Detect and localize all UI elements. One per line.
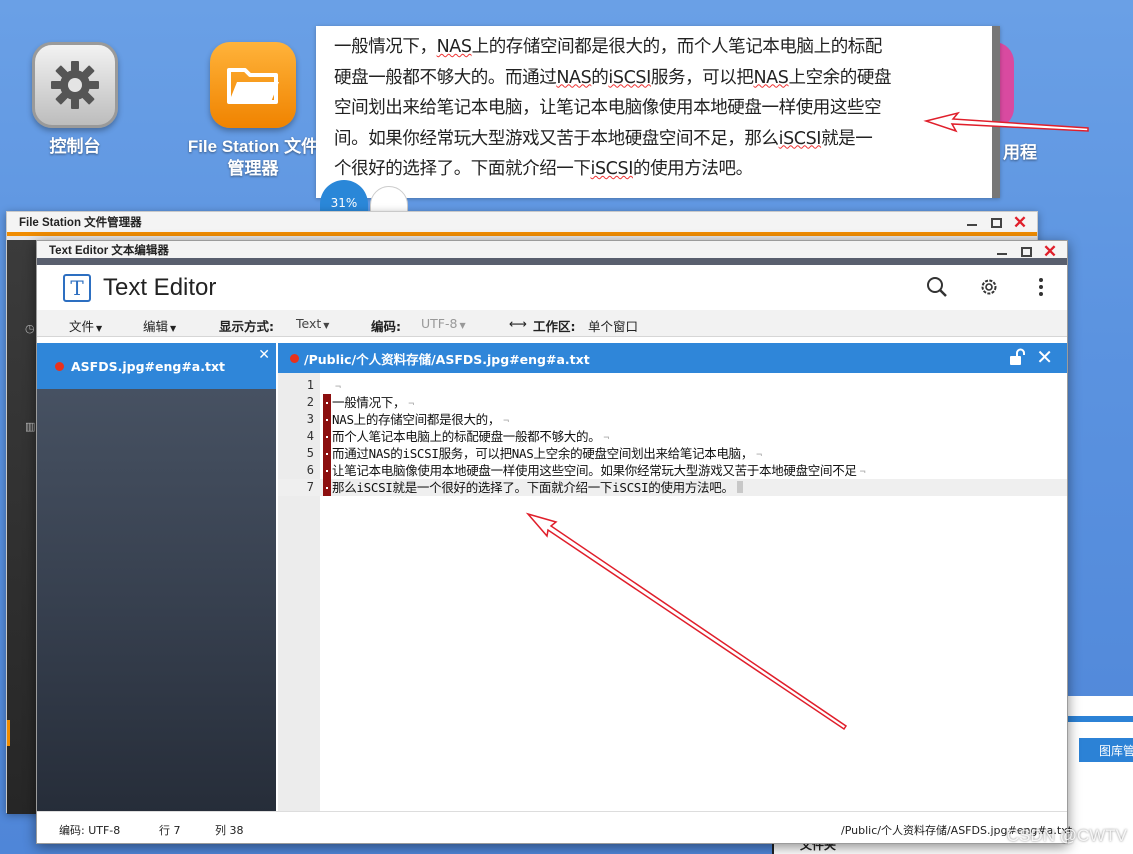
code-line[interactable]: 7 那么iSCSI就是一个很好的选择了。下面就介绍一下iSCSI的使用方法吧。	[278, 479, 1067, 496]
close-button[interactable]: ✕	[1013, 214, 1027, 231]
spellcheck-word: iSCSI	[590, 159, 634, 179]
status-encoding: 编码: UTF-8	[59, 824, 121, 837]
text-editor-logo-icon: T	[63, 273, 91, 302]
encoding-select[interactable]: UTF-8 ▼	[421, 316, 466, 331]
tab-path: /Public/个人资料存储/ASFDS.jpg#eng#a.txt	[304, 351, 590, 367]
note-line: 一般情况下，NAS上的存储空间都是很大的，而个人笔记本电脑上的标配	[334, 37, 882, 57]
file-station-sidebar: ◷ ▥	[7, 240, 39, 814]
folder-icon	[210, 42, 296, 128]
sidebar-active-indicator	[7, 720, 10, 746]
code-line-text: 那么iSCSI就是一个很好的选择了。下面就介绍一下iSCSI的使用方法吧。	[332, 479, 743, 496]
minimize-button[interactable]	[965, 216, 979, 230]
editor-tab[interactable]: /Public/个人资料存储/ASFDS.jpg#eng#a.txt ✕	[278, 343, 1067, 373]
note-paragraph: 一般情况下，NAS上的存储空间都是很大的，而个人笔记本电脑上的标配 硬盘一般都不够…	[334, 32, 974, 185]
workspace-icon: ⟷	[509, 316, 527, 331]
open-file-name: ASFDS.jpg#eng#a.txt	[71, 358, 225, 374]
spellcheck-word: NAS	[556, 67, 592, 88]
note-line: 硬盘一般都不够大的。而通过NAS的iSCSI服务，可以把NAS上空余的硬盘	[334, 67, 892, 88]
code-line[interactable]: 1 ¬	[278, 377, 1067, 394]
more-vertical-icon[interactable]	[1029, 273, 1053, 301]
line-number: 1	[306, 378, 314, 392]
app-header: T Text Editor	[37, 265, 1067, 310]
line-marker	[323, 428, 331, 445]
line-number: 7	[306, 480, 314, 494]
unsaved-dot-icon	[290, 354, 299, 363]
spellcheck-word: iSCSI	[778, 128, 822, 149]
desktop-icon-file-station[interactable]: File Station 文件 管理器	[180, 42, 326, 180]
encoding-label: 编码:	[371, 319, 401, 334]
background-tab[interactable]: 图库管	[1079, 738, 1133, 762]
settings-gear-icon[interactable]	[977, 273, 1001, 301]
spellcheck-word: NAS	[753, 67, 789, 88]
end-of-line-marker: ¬	[756, 450, 762, 461]
code-line[interactable]: 3 NAS上的存储空间都是很大的， ¬	[278, 411, 1067, 428]
open-file-item[interactable]: ASFDS.jpg#eng#a.txt ✕	[37, 343, 276, 389]
end-of-line-marker: ¬	[603, 433, 610, 444]
status-row: 行 7	[159, 824, 181, 837]
close-file-icon[interactable]: ✕	[258, 347, 270, 363]
maximize-button[interactable]	[989, 216, 1003, 230]
workspace-label: 工作区:	[533, 319, 576, 334]
end-of-line-marker: ¬	[408, 399, 414, 410]
end-of-line-marker: ¬	[335, 382, 341, 393]
menu-bar: 文件 ▼ 编辑 ▼ 显示方式: Text ▼ 编码: UTF-8 ▼ ⟷ 工作区: 单个…	[37, 310, 1067, 337]
spellcheck-word: NAS	[436, 37, 472, 57]
note-text-card: 一般情况下，NAS上的存储空间都是很大的，而个人笔记本电脑上的标配 硬盘一般都不够…	[316, 26, 1000, 198]
watermark: CSDN @CWTV	[1006, 826, 1127, 845]
maximize-button[interactable]	[1019, 245, 1033, 259]
workspace-value[interactable]: 单个窗口	[588, 316, 638, 335]
line-number: 2	[306, 395, 314, 409]
trash-icon[interactable]: ▥	[25, 420, 35, 433]
line-marker	[323, 479, 331, 496]
menu-file[interactable]: 文件 ▼	[69, 316, 102, 335]
unsaved-dot-icon	[55, 362, 64, 371]
minimize-button[interactable]	[995, 245, 1009, 259]
close-tab-icon[interactable]: ✕	[1036, 347, 1053, 367]
note-line: 空间划出来给笔记本电脑，让笔记本电脑像使用本地硬盘一样使用这些空	[334, 98, 882, 118]
note-line: 间。如果你经常玩大型游戏又苦于本地硬盘空间不足，那么iSCSI就是一	[334, 128, 873, 149]
editor-pane[interactable]: /Public/个人资料存储/ASFDS.jpg#eng#a.txt ✕ 1 ¬ 2…	[278, 343, 1067, 813]
display-mode-label: 显示方式:	[219, 319, 274, 334]
desktop-icon-label: File Station 文件	[187, 137, 319, 156]
background-accent-bar	[1064, 716, 1133, 722]
line-marker	[323, 445, 331, 462]
status-col: 列 38	[215, 824, 244, 837]
display-mode-select[interactable]: Text ▼	[296, 316, 329, 331]
window-title: File Station 文件管理器	[19, 217, 142, 229]
close-button[interactable]: ✕	[1043, 243, 1057, 260]
code-area[interactable]: 1 ¬ 2 一般情况下， ¬ 3 NAS上的存储空间都是很大的， ¬ 4 而个人笔记本电脑上的标配…	[278, 377, 1067, 496]
code-line[interactable]: 4 而个人笔记本电脑上的标配硬盘一般都不够大的。 ¬	[278, 428, 1067, 445]
desktop-icon-label-partial: 用程	[1003, 143, 1037, 162]
window-title: Text Editor 文本编辑器	[49, 244, 169, 257]
line-marker	[323, 411, 331, 428]
search-icon[interactable]	[925, 273, 949, 301]
text-editor-titlebar[interactable]: Text Editor 文本编辑器 ✕	[37, 241, 1067, 265]
end-of-line-marker: ¬	[503, 416, 509, 427]
spellcheck-word: iSCSI	[608, 67, 651, 88]
note-line: 个很好的选择了。下面就介绍一下iSCSI的使用方法吧。	[334, 159, 753, 179]
line-number: 5	[306, 446, 314, 460]
desktop-icon-label: 控制台	[49, 137, 101, 156]
line-number: 4	[306, 429, 314, 443]
end-of-line-marker: ¬	[859, 467, 866, 478]
menu-edit[interactable]: 编辑 ▼	[143, 316, 176, 335]
clock-icon[interactable]: ◷	[25, 322, 35, 335]
app-title: Text Editor	[103, 273, 217, 301]
open-files-panel: ASFDS.jpg#eng#a.txt ✕	[37, 343, 276, 813]
unlock-icon[interactable]	[1008, 348, 1026, 366]
file-station-titlebar[interactable]: File Station 文件管理器 ✕	[7, 212, 1037, 236]
line-marker	[323, 394, 331, 411]
desktop-icon-control-panel[interactable]: 控制台	[30, 42, 120, 158]
status-bar: 编码: UTF-8 行 7 列 38 /Public/个人资料存储/ASFDS.…	[37, 811, 1072, 843]
text-cursor	[736, 481, 743, 493]
line-number: 3	[306, 412, 314, 426]
code-line[interactable]: 6 让笔记本电脑像使用本地硬盘一样使用这些空间。如果你经常玩大型游戏又苦于本地硬盘…	[278, 462, 1067, 479]
line-number: 6	[306, 463, 314, 477]
desktop-icon-label-line2: 管理器	[227, 159, 279, 178]
gear-icon	[32, 42, 118, 128]
code-line[interactable]: 2 一般情况下， ¬	[278, 394, 1067, 411]
line-marker	[323, 462, 331, 479]
code-line[interactable]: 5 而通过NAS的iSCSI服务，可以把NAS上空余的硬盘空间划出来给笔记本电脑，…	[278, 445, 1067, 462]
text-editor-window[interactable]: Text Editor 文本编辑器 ✕ T Text Editor 文件 ▼ 编辑…	[36, 240, 1072, 844]
